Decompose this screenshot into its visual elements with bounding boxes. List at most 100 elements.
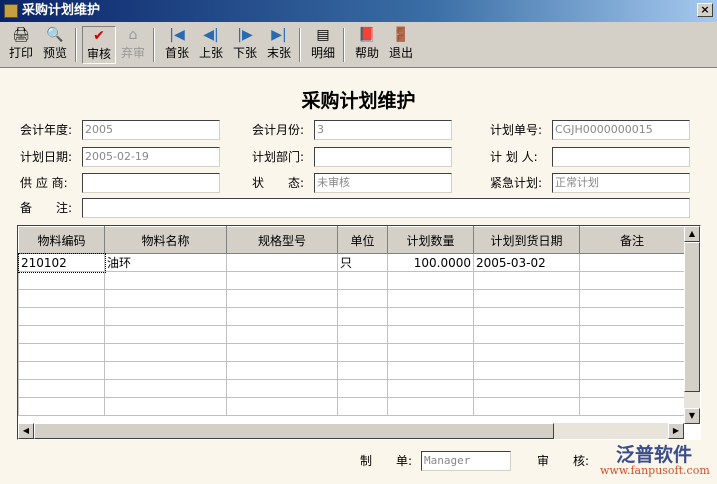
table-cell[interactable]: 210102 [18, 252, 106, 273]
table-cell[interactable] [18, 361, 105, 380]
table-cell[interactable] [226, 361, 338, 380]
table-cell[interactable] [226, 343, 338, 362]
column-header[interactable]: 物料编码 [18, 226, 105, 254]
maker-field[interactable]: Manager [421, 451, 511, 471]
table-cell[interactable] [226, 253, 338, 272]
table-cell[interactable] [337, 379, 388, 398]
table-cell[interactable] [387, 307, 474, 326]
planner-field[interactable] [552, 147, 690, 167]
table-row[interactable]: 210102 油环 只 100.0000 2005-03-02 [18, 252, 685, 273]
table-cell[interactable] [104, 271, 227, 290]
table-cell[interactable] [104, 307, 227, 326]
table-cell[interactable] [18, 325, 105, 344]
table-cell[interactable] [473, 325, 580, 344]
supplier-field[interactable] [82, 173, 220, 193]
toolbar-button-9[interactable]: 📕 帮助 [350, 26, 384, 64]
table-cell[interactable] [387, 325, 474, 344]
table-cell[interactable] [579, 253, 685, 272]
scroll-right-button[interactable]: ▶ [668, 423, 684, 439]
table-cell[interactable] [579, 271, 685, 290]
scroll-down-button[interactable]: ▼ [684, 408, 700, 424]
table-cell[interactable] [579, 325, 685, 344]
table-cell[interactable] [104, 343, 227, 362]
vertical-scrollbar[interactable]: ▲ ▼ [684, 226, 700, 424]
table-cell[interactable] [473, 271, 580, 290]
toolbar-button-8[interactable]: ▤ 明细 [306, 26, 340, 64]
table-cell[interactable] [387, 361, 474, 380]
table-cell[interactable] [337, 271, 388, 290]
column-header[interactable]: 计划到货日期 [473, 226, 580, 254]
scroll-left-button[interactable]: ◀ [18, 423, 34, 439]
table-cell[interactable] [337, 289, 388, 308]
table-cell[interactable] [473, 379, 580, 398]
table-cell[interactable] [337, 325, 388, 344]
horizontal-scrollbar[interactable]: ◀ ▶ [18, 423, 684, 439]
table-cell[interactable] [226, 271, 338, 290]
table-row[interactable] [18, 343, 685, 362]
plan-no-field[interactable]: CGJH0000000015 [552, 120, 690, 140]
table-cell[interactable] [579, 361, 685, 380]
table-cell[interactable]: 2005-03-02 [473, 253, 580, 272]
table-cell[interactable] [226, 289, 338, 308]
table-cell[interactable] [337, 361, 388, 380]
detail-grid[interactable]: 物料编码 物料名称 规格型号 单位 计划数量 计划到货日期 备注 210102 油环 只 100.0… [17, 225, 701, 440]
table-cell[interactable] [18, 343, 105, 362]
table-cell[interactable] [226, 307, 338, 326]
table-cell[interactable] [104, 361, 227, 380]
table-row[interactable] [18, 307, 685, 326]
table-cell[interactable] [473, 343, 580, 362]
table-cell[interactable] [18, 397, 105, 416]
table-cell[interactable] [473, 361, 580, 380]
status-field[interactable]: 未审核 [314, 173, 452, 193]
table-cell[interactable] [226, 379, 338, 398]
column-header[interactable]: 备注 [579, 226, 685, 254]
table-cell[interactable] [104, 397, 227, 416]
column-header[interactable]: 物料名称 [104, 226, 227, 254]
table-cell[interactable] [18, 271, 105, 290]
toolbar-button-6[interactable]: |▶ 下张 [228, 26, 262, 64]
table-row[interactable] [18, 379, 685, 398]
column-header[interactable]: 计划数量 [387, 226, 474, 254]
toolbar-button-2[interactable]: ✔ 审核 [82, 26, 116, 64]
table-cell[interactable] [337, 397, 388, 416]
table-cell[interactable] [226, 397, 338, 416]
toolbar-button-0[interactable]: 🖨 打印 [4, 26, 38, 64]
horizontal-scroll-thumb[interactable] [34, 423, 554, 439]
table-row[interactable] [18, 289, 685, 308]
toolbar-button-1[interactable]: 🔍 预览 [38, 26, 72, 64]
table-row[interactable] [18, 271, 685, 290]
table-cell[interactable] [387, 397, 474, 416]
toolbar-button-7[interactable]: ▶| 末张 [262, 26, 296, 64]
table-cell[interactable] [226, 325, 338, 344]
fiscal-year-field[interactable]: 2005 [82, 120, 220, 140]
table-cell[interactable]: 100.0000 [387, 253, 474, 272]
table-cell[interactable] [473, 307, 580, 326]
table-cell[interactable] [473, 289, 580, 308]
close-button[interactable]: × [697, 3, 713, 17]
table-cell[interactable] [104, 325, 227, 344]
column-header[interactable]: 规格型号 [226, 226, 338, 254]
table-cell[interactable] [18, 379, 105, 398]
plan-dept-field[interactable] [314, 147, 452, 167]
fiscal-month-field[interactable]: 3 [314, 120, 452, 140]
table-cell[interactable] [387, 379, 474, 398]
vertical-scroll-thumb[interactable] [684, 242, 700, 392]
table-cell[interactable] [387, 343, 474, 362]
table-cell[interactable] [579, 397, 685, 416]
table-cell[interactable] [337, 307, 388, 326]
table-cell[interactable] [337, 343, 388, 362]
column-header[interactable]: 单位 [337, 226, 388, 254]
table-row[interactable] [18, 325, 685, 344]
table-cell[interactable] [387, 289, 474, 308]
scroll-up-button[interactable]: ▲ [684, 226, 700, 242]
table-cell[interactable] [18, 289, 105, 308]
table-cell[interactable] [104, 379, 227, 398]
table-cell[interactable] [387, 271, 474, 290]
remark-field[interactable] [82, 198, 690, 218]
table-cell[interactable] [473, 397, 580, 416]
toolbar-button-4[interactable]: |◀ 首张 [160, 26, 194, 64]
table-cell[interactable] [579, 343, 685, 362]
table-cell[interactable]: 只 [337, 253, 388, 272]
plan-date-field[interactable]: 2005-02-19 [82, 147, 220, 167]
table-cell[interactable]: 油环 [104, 253, 227, 272]
